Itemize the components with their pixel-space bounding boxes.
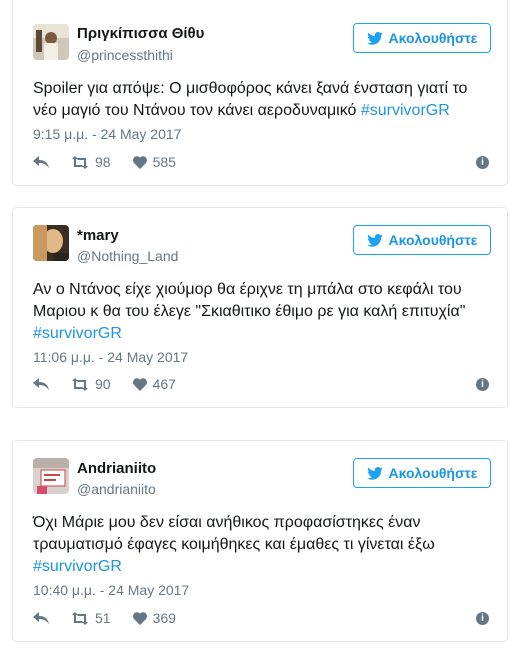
tweet-text-body: Όχι Μάριε μου δεν είσαι ανήθικος προφασί…: [33, 514, 435, 553]
avatar[interactable]: [33, 225, 69, 261]
retweet-count: 51: [95, 610, 111, 626]
author-name[interactable]: Πριγκίπισσα Θίθυ: [77, 25, 204, 42]
follow-label: Ακολουθήστε: [388, 465, 478, 481]
reply-icon: [33, 611, 49, 624]
follow-button[interactable]: Ακολουθήστε: [353, 225, 491, 255]
reply-icon: [33, 155, 49, 168]
retweet-icon: [72, 377, 88, 391]
twitter-bird-icon: [366, 233, 383, 247]
author-name[interactable]: *mary: [77, 227, 119, 244]
like-button[interactable]: 585: [132, 154, 176, 170]
follow-label: Ακολουθήστε: [388, 232, 478, 248]
retweet-count: 98: [95, 154, 111, 170]
info-icon[interactable]: i: [476, 612, 489, 625]
reply-button[interactable]: [33, 155, 49, 169]
follow-label: Ακολουθήστε: [388, 30, 478, 46]
hashtag-link[interactable]: #survivorGR: [33, 325, 122, 342]
tweet-actions: 98 585: [33, 152, 198, 172]
tweet-actions: 51 369: [33, 608, 198, 628]
heart-icon: [132, 377, 147, 391]
author-handle[interactable]: @andrianiito: [77, 481, 156, 497]
retweet-icon: [72, 611, 88, 625]
like-count: 585: [152, 154, 176, 170]
avatar[interactable]: [33, 24, 69, 60]
heart-icon: [132, 611, 147, 625]
like-button[interactable]: 467: [132, 376, 176, 392]
follow-button[interactable]: Ακολουθήστε: [353, 458, 491, 488]
info-icon[interactable]: i: [476, 378, 489, 391]
tweet-text: Αν ο Ντάνος είχε χιούμορ θα έριχνε τη μπ…: [33, 279, 489, 345]
author-name[interactable]: Andrianiito: [77, 460, 156, 477]
author-handle[interactable]: @Nothing_Land: [77, 248, 178, 264]
like-count: 369: [152, 610, 176, 626]
tweet-text-body: Αν ο Ντάνος είχε χιούμορ θα έριχνε τη μπ…: [33, 281, 466, 320]
heart-icon: [132, 155, 147, 169]
reply-button[interactable]: [33, 377, 49, 391]
info-icon[interactable]: i: [476, 156, 489, 169]
tweet-text: Spoiler για απόψε: Ο μισθοφόρος κάνει ξα…: [33, 78, 489, 122]
retweet-count: 90: [95, 376, 111, 392]
hashtag-link[interactable]: #survivorGR: [361, 102, 450, 119]
retweet-button[interactable]: 90: [71, 376, 111, 392]
retweet-icon: [72, 155, 88, 169]
like-count: 467: [152, 376, 176, 392]
author-handle[interactable]: @princessthithi: [77, 47, 173, 63]
tweet-card: Πριγκίπισσα Θίθυ @princessthithi Ακολουθ…: [12, 0, 508, 186]
reply-icon: [33, 377, 49, 390]
tweet-actions: 90 467: [33, 374, 198, 394]
reply-button[interactable]: [33, 611, 49, 625]
tweet-card: *mary @Nothing_Land Ακολουθήστε Αν ο Ντά…: [12, 207, 508, 408]
twitter-bird-icon: [366, 466, 383, 480]
twitter-bird-icon: [366, 31, 383, 45]
tweet-timestamp[interactable]: 9:15 μ.μ. - 24 May 2017: [33, 126, 181, 142]
retweet-button[interactable]: 98: [71, 154, 111, 170]
tweet-timestamp[interactable]: 10:40 μ.μ. - 24 May 2017: [33, 582, 189, 598]
tweet-card: Andrianiito @andrianiito Ακολουθήστε Όχι…: [12, 440, 508, 642]
tweet-timestamp[interactable]: 11:06 μ.μ. - 24 May 2017: [33, 349, 188, 365]
follow-button[interactable]: Ακολουθήστε: [353, 23, 491, 53]
like-button[interactable]: 369: [132, 610, 176, 626]
hashtag-link[interactable]: #survivorGR: [33, 558, 122, 575]
tweet-text: Όχι Μάριε μου δεν είσαι ανήθικος προφασί…: [33, 512, 489, 578]
retweet-button[interactable]: 51: [71, 610, 111, 626]
avatar[interactable]: [33, 458, 69, 494]
